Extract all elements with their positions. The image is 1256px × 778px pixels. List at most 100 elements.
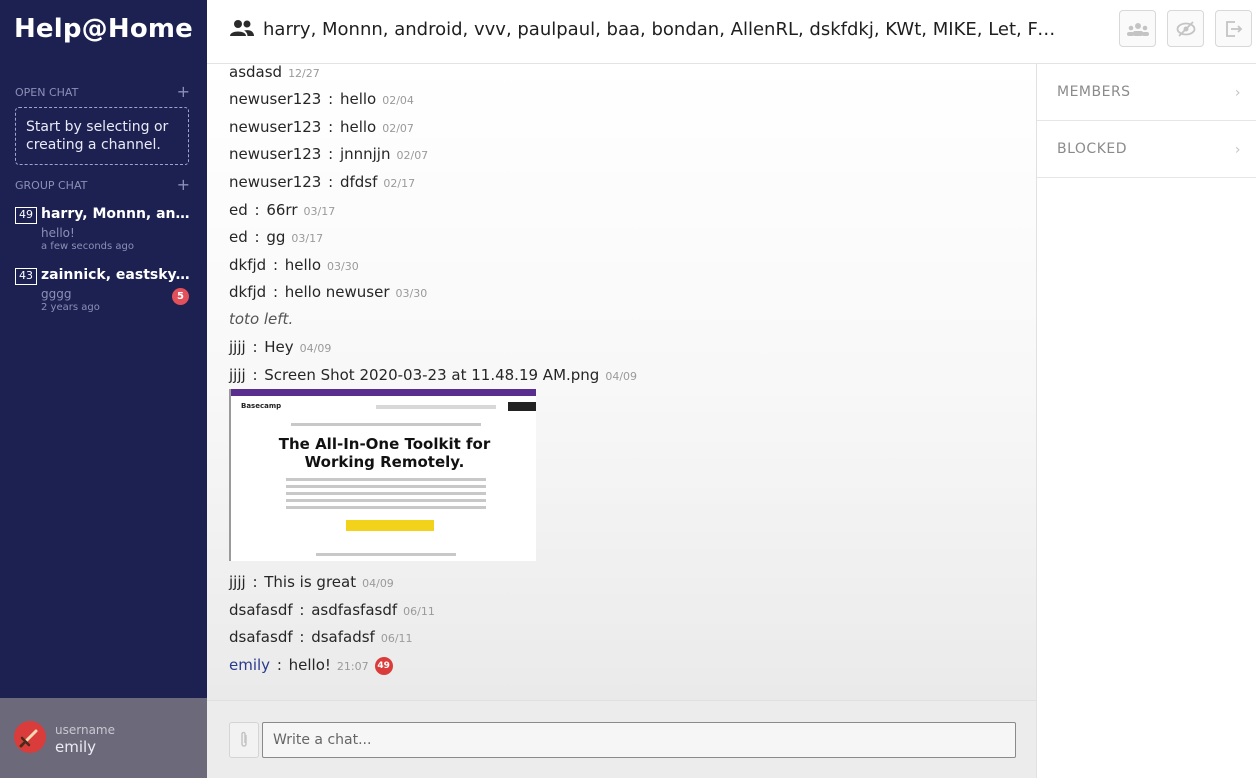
message-sender: jjjj: [229, 338, 246, 356]
message-text: hello: [339, 118, 377, 136]
open-chat-heading: OPEN CHAT: [15, 85, 79, 99]
chat-header: harry, Monnn, android, vvv, paulpaul, ba…: [207, 0, 1256, 64]
paperclip-icon: [241, 731, 247, 747]
attachment-cta: [346, 520, 434, 531]
message-sender: dsafasdf: [229, 628, 293, 646]
attachment-filename[interactable]: Screen Shot 2020-03-23 at 11.48.19 AM.pn…: [264, 366, 599, 384]
message-item: dsafasdf : dsafadsf 06/11: [229, 628, 413, 646]
avatar: [14, 721, 46, 753]
message-sender: dsafasdf: [229, 601, 293, 619]
message-date: 02/07: [382, 122, 414, 135]
blocked-row[interactable]: BLOCKED ›: [1037, 121, 1256, 178]
message-sender: newuser123: [229, 90, 322, 108]
message-text: jnnnjjn: [339, 145, 391, 163]
attachment-headline-1: The All-In-One Toolkit for: [278, 435, 491, 453]
message-date: 04/09: [299, 342, 332, 355]
message-date: 02/07: [396, 149, 429, 162]
message-sender: ed: [229, 201, 248, 219]
blocked-label: BLOCKED: [1057, 141, 1128, 157]
group-chat-name: harry, Monnn, and...: [41, 206, 191, 222]
message-sender: jjjj: [229, 366, 246, 384]
message-item: emily : hello! 21:07 49: [229, 656, 393, 675]
open-chat-empty-box[interactable]: Start by selecting or creating a channel…: [15, 107, 189, 165]
group-chat-name: zainnick, eastsky, ...: [41, 267, 191, 283]
current-user-bar[interactable]: username emily: [0, 698, 207, 778]
attachment-logo: Basecamp: [241, 402, 282, 410]
chat-input[interactable]: [262, 722, 1016, 758]
message-date: 03/17: [291, 232, 324, 245]
message-item: ed : gg 03/17: [229, 228, 324, 246]
attach-button[interactable]: [229, 722, 259, 758]
add-group-chat-button[interactable]: +: [177, 177, 190, 193]
member-count-badge: 49: [15, 207, 37, 224]
members-label: MEMBERS: [1057, 84, 1131, 100]
message-text: dsafadsf: [311, 628, 375, 646]
message-date: 03/30: [327, 260, 359, 273]
message-text: 66rr: [266, 201, 298, 219]
right-panel: MEMBERS › BLOCKED ›: [1036, 64, 1256, 778]
message-item: ed : 66rr 03/17: [229, 201, 336, 219]
message-date: 06/11: [403, 605, 435, 618]
leave-chat-button[interactable]: [1215, 10, 1252, 47]
group-chat-time: a few seconds ago: [41, 241, 134, 252]
attachment-text-line: [291, 423, 481, 426]
attachment-text-line: [286, 485, 486, 488]
attachment-nav: [376, 405, 496, 409]
add-open-chat-button[interactable]: +: [177, 84, 190, 100]
attachment-text-line: [286, 478, 486, 481]
message-text: This is great: [264, 573, 357, 591]
attachment-text-line: [286, 492, 486, 495]
unread-badge: 5: [172, 288, 189, 305]
message-item: dkfjd : hello 03/30: [229, 256, 359, 274]
username-label: username: [55, 723, 115, 737]
message-item: newuser123 : dfdsf 02/17: [229, 173, 416, 191]
message-text: hello: [339, 90, 377, 108]
message-sender: newuser123: [229, 118, 322, 136]
attachment-topbar: [231, 389, 536, 396]
image-attachment[interactable]: Basecamp The All-In-One Toolkit for Work…: [229, 389, 536, 561]
message-list[interactable]: asdasd 12/27 newuser123 : hello 02/04 newu…: [207, 64, 1036, 700]
message-text: hello: [284, 256, 322, 274]
message-date: 03/30: [395, 287, 428, 300]
message-date: 04/09: [362, 577, 394, 590]
message-item: newuser123 : hello 02/04: [229, 90, 414, 108]
message-sender: ed: [229, 228, 248, 246]
attachment-nav-button: [508, 402, 536, 411]
sidebar: Help@Home OPEN CHAT + Start by selecting…: [0, 0, 207, 778]
members-row[interactable]: MEMBERS ›: [1037, 64, 1256, 121]
message-sender: emily: [229, 656, 271, 674]
message-sender: asdasd: [229, 64, 283, 81]
people-icon: [1126, 22, 1149, 36]
message-item: dkfjd : hello newuser 03/30: [229, 283, 428, 301]
group-chat-item[interactable]: 49 harry, Monnn, and... hello! a few sec…: [15, 206, 193, 257]
message-sender: newuser123: [229, 145, 322, 163]
attachment-headline-2: Working Remotely.: [304, 453, 465, 471]
members-button[interactable]: [1119, 10, 1156, 47]
system-message: toto left.: [229, 310, 294, 328]
message-item: jjjj : Hey 04/09: [229, 338, 332, 356]
attachment-headline: The All-In-One Toolkit for Working Remot…: [231, 435, 536, 471]
message-date: 06/11: [380, 632, 413, 645]
chevron-right-icon: ›: [1234, 85, 1241, 101]
message-date: 03/17: [303, 205, 336, 218]
group-chat-last-message: gggg: [41, 287, 72, 301]
username-value: emily: [55, 738, 97, 756]
group-chat-item[interactable]: 43 zainnick, eastsky, ... gggg 2 years a…: [15, 267, 193, 318]
group-chat-time: 2 years ago: [41, 302, 100, 313]
eye-off-icon: [1176, 20, 1195, 37]
message-item: newuser123 : jnnnjjn 02/07: [229, 145, 429, 163]
exit-icon: [1225, 20, 1242, 37]
message-text: Hey: [264, 338, 294, 356]
group-icon: [230, 20, 254, 36]
chat-title: harry, Monnn, android, vvv, paulpaul, ba…: [263, 19, 1063, 40]
hide-chat-button[interactable]: [1167, 10, 1204, 47]
attachment-text-line: [286, 506, 486, 509]
message-sender: dkfjd: [229, 256, 267, 274]
read-receipt-avatar: 49: [374, 656, 393, 675]
message-sender: newuser123: [229, 173, 322, 191]
message-text: gg: [266, 228, 286, 246]
open-chat-header: OPEN CHAT +: [15, 84, 190, 100]
member-count-badge: 43: [15, 268, 37, 285]
attachment-text-line: [286, 499, 486, 502]
message-date: 04/09: [605, 370, 638, 383]
